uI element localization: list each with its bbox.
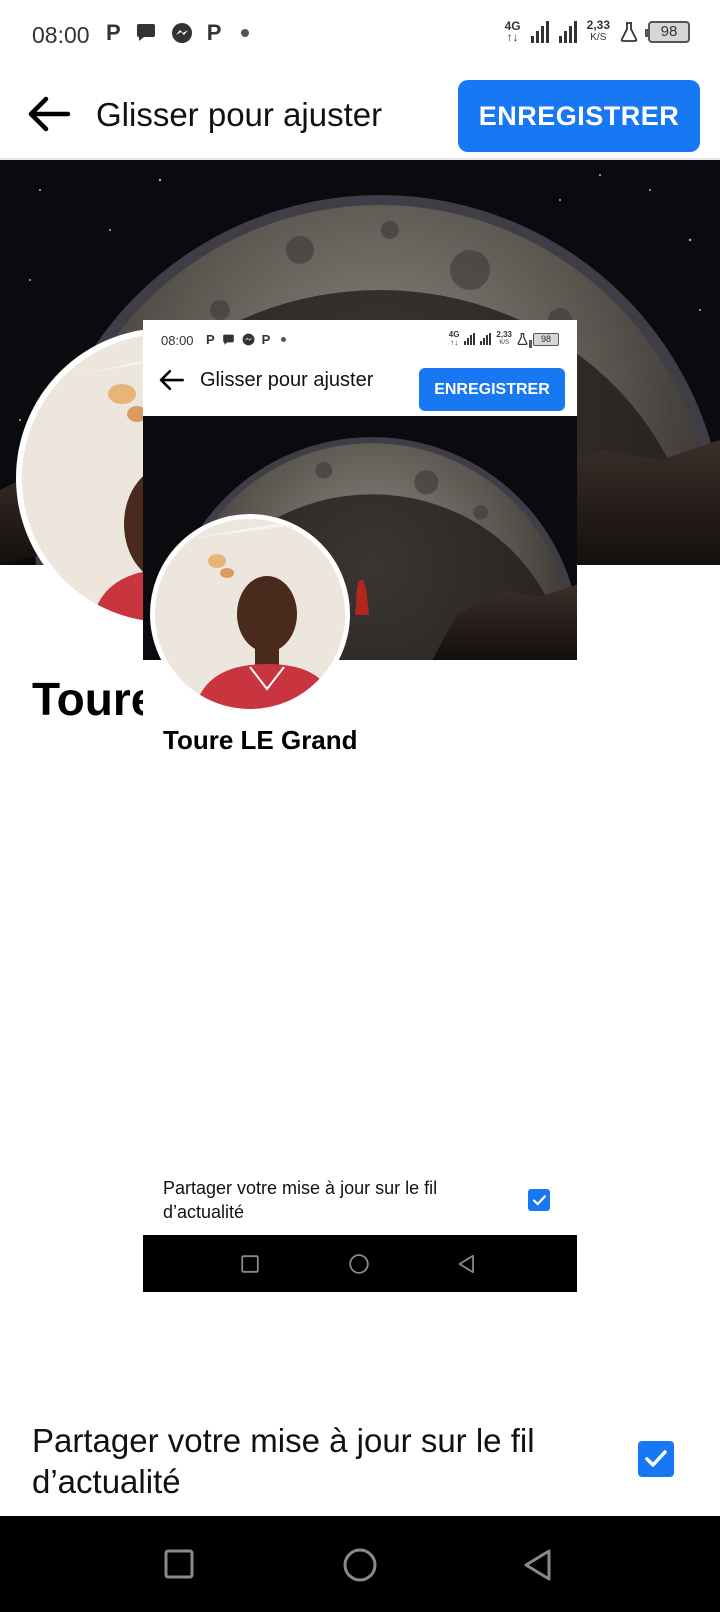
checkmark-icon xyxy=(645,1450,667,1467)
recent-apps-icon[interactable] xyxy=(164,1549,194,1579)
battery-icon: 98 xyxy=(529,332,559,348)
back-arrow-icon[interactable] xyxy=(157,366,185,394)
back-icon[interactable] xyxy=(457,1254,475,1274)
network-type: 4G ↑↓ xyxy=(504,18,521,44)
messenger-icon xyxy=(171,23,192,43)
system-nav-bar xyxy=(0,1516,720,1612)
share-to-feed-label: Partager votre mise à jour sur le fil d’… xyxy=(32,1422,535,1500)
notification-icons: P P xyxy=(106,20,250,46)
status-right: 4G ↑↓ 2,33 K/S 98 xyxy=(504,18,690,44)
back-icon[interactable] xyxy=(522,1548,552,1582)
home-icon[interactable] xyxy=(343,1548,377,1582)
home-icon[interactable] xyxy=(349,1254,369,1274)
back-arrow-icon[interactable] xyxy=(24,90,72,138)
status-bar: 08:00 P P 4G ↑↓ 2,33 K/S 98 xyxy=(0,0,720,72)
flask-icon xyxy=(517,333,528,345)
p-icon: P xyxy=(206,332,215,347)
profile-avatar[interactable] xyxy=(150,514,350,714)
chat-bubble-icon xyxy=(222,334,234,345)
flask-icon xyxy=(620,21,638,42)
profile-name: Toure LE Grand xyxy=(163,725,358,755)
p-icon: P xyxy=(106,20,121,45)
recent-apps-icon[interactable] xyxy=(241,1255,259,1273)
signal-icon xyxy=(530,20,549,43)
status-time: 08:00 xyxy=(32,22,90,48)
more-dot-icon xyxy=(281,337,287,342)
messenger-icon xyxy=(242,333,255,346)
share-to-feed-checkbox[interactable] xyxy=(528,1189,550,1211)
battery-icon: 98 xyxy=(645,20,690,43)
signal-icon-2 xyxy=(558,20,577,43)
status-time: 08:00 xyxy=(161,333,194,348)
p-icon: P xyxy=(206,20,222,45)
network-speed: 2,33 K/S xyxy=(496,330,512,347)
notification-icons: P P xyxy=(206,332,287,347)
save-button[interactable]: ENREGISTRER xyxy=(458,80,700,152)
nested-screenshot: 08:00 P P 4G ↑↓ 2,33 K/S 98 Glisser pour a… xyxy=(143,320,577,1292)
save-button[interactable]: ENREGISTRER xyxy=(419,368,565,411)
profile-name: Toure xyxy=(32,673,157,725)
page-title: Glisser pour ajuster xyxy=(200,369,374,391)
checkmark-icon xyxy=(532,1194,546,1205)
network-type: 4G ↑↓ xyxy=(448,330,460,347)
share-to-feed-label: Partager votre mise à jour sur le fil d’… xyxy=(163,1178,438,1222)
share-to-feed-checkbox[interactable] xyxy=(638,1441,674,1477)
network-speed: 2,33 K/S xyxy=(586,18,610,43)
status-right: 4G ↑↓ 2,33 K/S 98 xyxy=(448,330,559,348)
chat-bubble-icon xyxy=(136,24,155,41)
page-title: Glisser pour ajuster xyxy=(96,96,383,133)
signal-icon xyxy=(464,333,476,345)
p-icon: P xyxy=(261,332,271,347)
more-dot-icon xyxy=(241,29,250,37)
signal-icon-2 xyxy=(480,333,492,345)
avatar-photo xyxy=(155,519,345,709)
system-nav-bar xyxy=(143,1235,577,1292)
